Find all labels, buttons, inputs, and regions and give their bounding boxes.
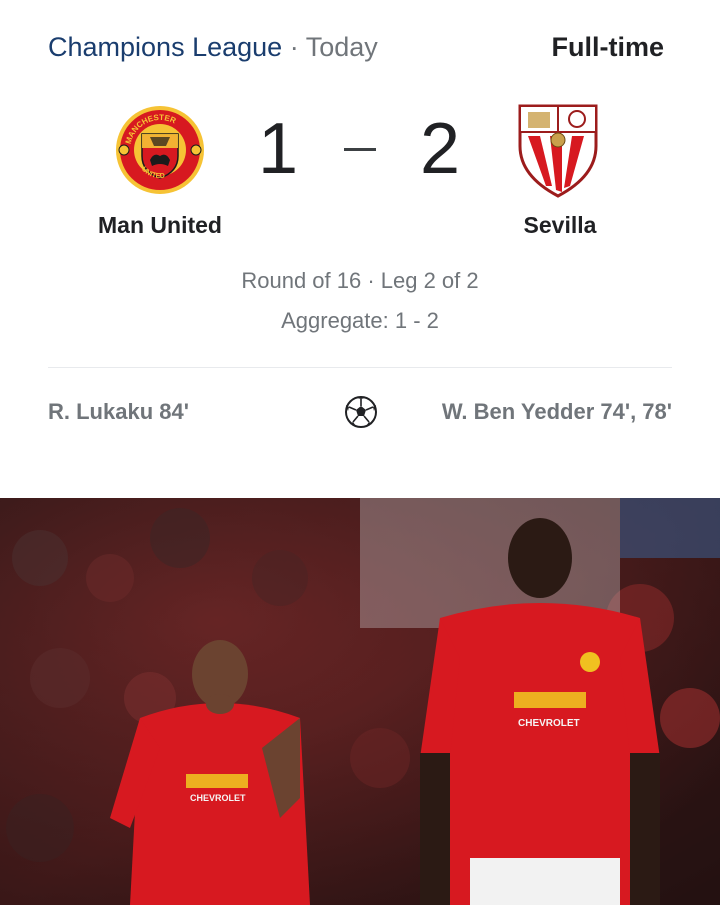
divider xyxy=(48,367,672,368)
soccer-ball-icon xyxy=(344,395,378,429)
competition-line: Champions League · Today xyxy=(48,32,378,63)
away-team-name[interactable]: Sevilla xyxy=(460,212,660,239)
man-united-crest-icon[interactable]: MANCHESTER UNITED xyxy=(114,104,206,196)
match-card[interactable]: Champions League · Today Full-time MANCH… xyxy=(0,0,720,498)
sponsor-text-left: CHEVROLET xyxy=(190,793,246,803)
match-photo[interactable]: CHEVROLET CHEVROLET xyxy=(0,498,720,905)
competition-name[interactable]: Champions League xyxy=(48,32,282,62)
header-separator: · xyxy=(289,32,299,62)
match-photo-illustration: CHEVROLET CHEVROLET xyxy=(0,498,720,905)
home-scorers: R. Lukaku 84' xyxy=(48,399,189,424)
score-dash xyxy=(344,148,376,151)
sponsor-text-right: CHEVROLET xyxy=(518,718,580,729)
away-score: 2 xyxy=(420,109,461,189)
match-status: Full-time xyxy=(551,32,665,62)
match-date: Today xyxy=(305,32,378,62)
home-score: 1 xyxy=(258,109,299,189)
away-scorers: W. Ben Yedder 74', 78' xyxy=(441,399,672,424)
round-info: Round of 16 · Leg 2 of 2 xyxy=(241,268,479,293)
sevilla-crest-icon[interactable] xyxy=(516,102,600,198)
match-header: Champions League · Today Full-time xyxy=(48,30,672,70)
aggregate-info: Aggregate: 1 - 2 xyxy=(281,308,439,333)
home-team-name[interactable]: Man United xyxy=(60,212,260,239)
